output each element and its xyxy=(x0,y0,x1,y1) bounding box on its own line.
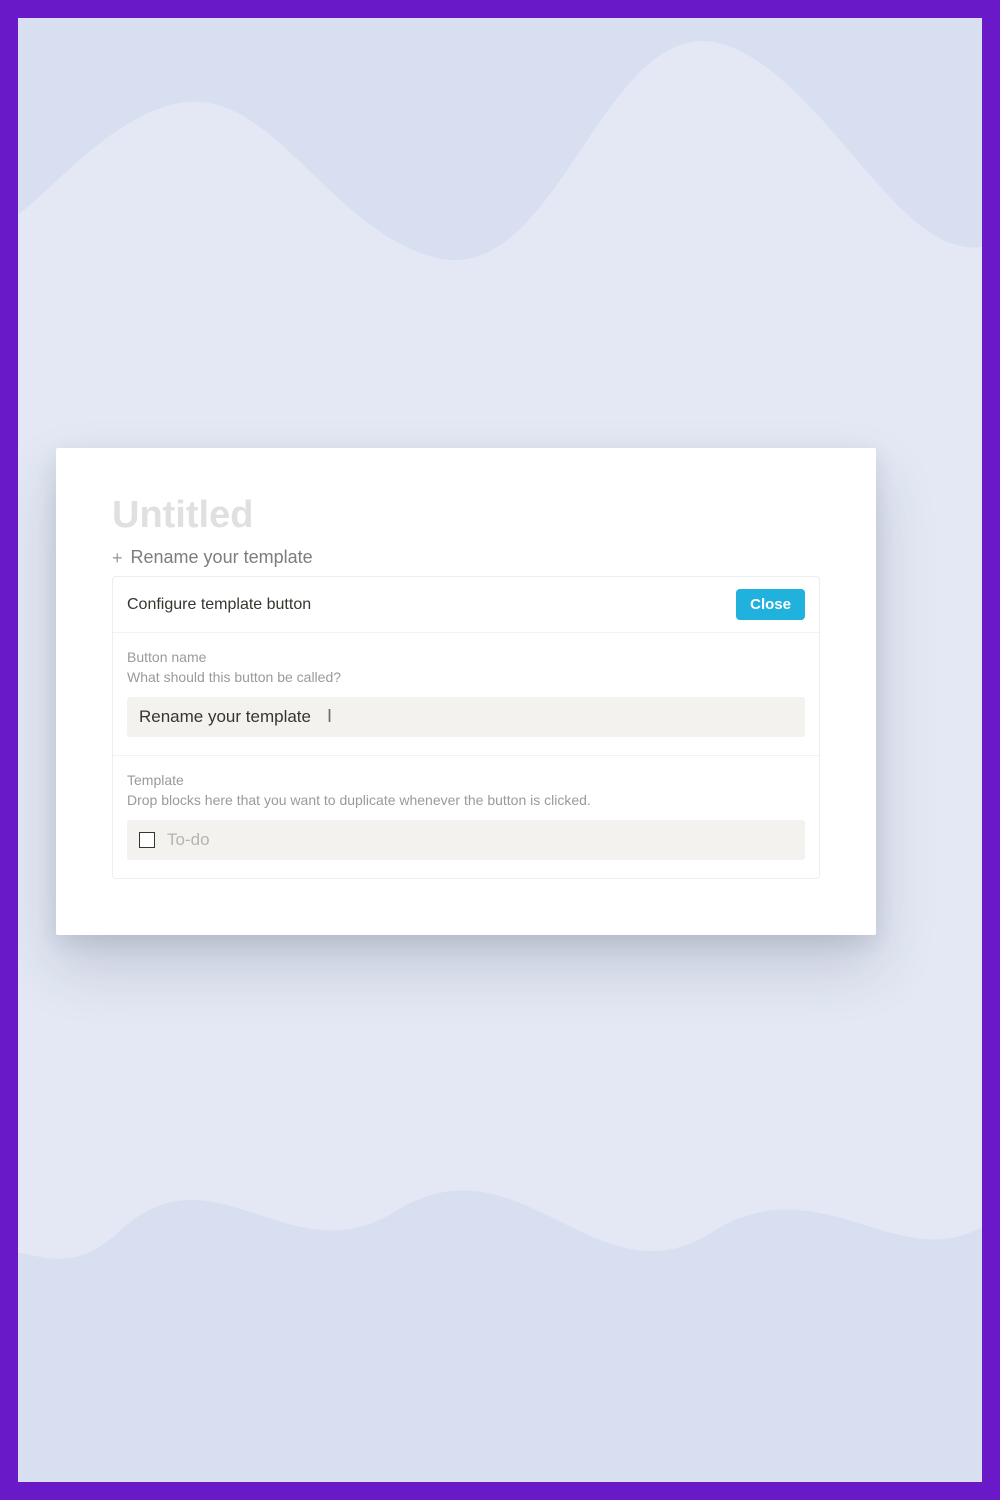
configure-template-panel: Configure template button Close Button n… xyxy=(112,576,820,879)
page-background: Untitled + Rename your template Configur… xyxy=(18,18,982,1482)
close-button[interactable]: Close xyxy=(736,589,805,620)
config-header-title: Configure template button xyxy=(127,596,311,614)
template-drop-zone[interactable]: To-do xyxy=(127,820,805,860)
plus-icon: + xyxy=(112,549,123,567)
template-section: Template Drop blocks here that you want … xyxy=(113,755,819,878)
template-trigger-label: Rename your template xyxy=(131,547,313,568)
button-name-section: Button name What should this button be c… xyxy=(113,633,819,755)
decorative-wave-top xyxy=(18,18,982,458)
config-header: Configure template button Close xyxy=(113,577,819,633)
button-name-input-wrap: I xyxy=(127,697,805,737)
template-section-label: Template xyxy=(127,772,805,788)
decorative-wave-bottom xyxy=(18,1062,982,1482)
checkbox-icon[interactable] xyxy=(139,832,155,848)
editor-card: Untitled + Rename your template Configur… xyxy=(56,448,876,935)
button-name-description: What should this button be called? xyxy=(127,669,805,685)
page-title[interactable]: Untitled xyxy=(112,494,820,537)
template-button-trigger[interactable]: + Rename your template xyxy=(112,547,820,568)
todo-placeholder-text: To-do xyxy=(167,830,210,850)
button-name-input[interactable] xyxy=(127,697,805,737)
button-name-label: Button name xyxy=(127,649,805,665)
template-section-description: Drop blocks here that you want to duplic… xyxy=(127,792,805,808)
